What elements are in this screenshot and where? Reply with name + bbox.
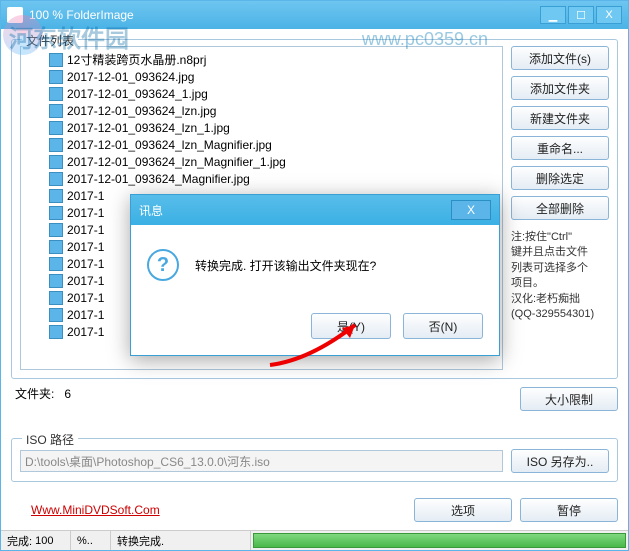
file-name: 2017-1 bbox=[67, 274, 104, 288]
file-icon bbox=[49, 172, 63, 186]
list-item[interactable]: 12寸精装跨页水晶册.n8prj bbox=[21, 51, 502, 68]
file-icon bbox=[49, 189, 63, 203]
dialog-title: 讯息 bbox=[139, 202, 163, 219]
list-item[interactable]: 2017-12-01_093624.jpg bbox=[21, 68, 502, 85]
hint-text: 注:按住"Ctrl" 键并且点击文件 列表可选择多个 项目。 汉化:老朽痴拙 (… bbox=[511, 230, 609, 322]
progress-bar bbox=[253, 533, 626, 548]
no-button[interactable]: 否(N) bbox=[403, 313, 483, 339]
iso-save-as-button[interactable]: ISO 另存为.. bbox=[511, 449, 609, 473]
file-name: 2017-1 bbox=[67, 206, 104, 220]
rename-button[interactable]: 重命名... bbox=[511, 136, 609, 160]
website-link[interactable]: Www.MiniDVDSoft.Com bbox=[11, 503, 406, 517]
maximize-button[interactable]: ☐ bbox=[568, 6, 594, 24]
iso-path-group: ISO 路径 ISO 另存为.. bbox=[11, 438, 618, 482]
add-files-button[interactable]: 添加文件(s) bbox=[511, 46, 609, 70]
titlebar[interactable]: 100 % FolderImage ▁ ☐ X bbox=[1, 1, 628, 29]
yes-button[interactable]: 是(Y) bbox=[311, 313, 391, 339]
file-icon bbox=[49, 138, 63, 152]
file-icon bbox=[49, 53, 63, 67]
file-name: 2017-12-01_093624_lzn_Magnifier_1.jpg bbox=[67, 155, 286, 169]
close-button[interactable]: X bbox=[596, 6, 622, 24]
status-done-label: 完成: 100 bbox=[1, 531, 71, 550]
file-name: 2017-12-01_093624_lzn_Magnifier.jpg bbox=[67, 138, 272, 152]
file-icon bbox=[49, 325, 63, 339]
file-name: 2017-12-01_093624_lzn.jpg bbox=[67, 104, 216, 118]
list-item[interactable]: 2017-12-01_093624_lzn_1.jpg bbox=[21, 119, 502, 136]
file-icon bbox=[49, 223, 63, 237]
file-icon bbox=[49, 206, 63, 220]
iso-group-label: ISO 路径 bbox=[22, 431, 78, 448]
list-item[interactable]: 2017-12-01_093624_lzn_Magnifier_1.jpg bbox=[21, 153, 502, 170]
file-name: 2017-1 bbox=[67, 223, 104, 237]
iso-path-input[interactable] bbox=[20, 450, 503, 472]
file-icon bbox=[49, 70, 63, 84]
list-item[interactable]: 2017-12-01_093624_lzn_Magnifier.jpg bbox=[21, 136, 502, 153]
minimize-button[interactable]: ▁ bbox=[540, 6, 566, 24]
info-icon: ? bbox=[147, 249, 179, 281]
file-name: 2017-1 bbox=[67, 291, 104, 305]
file-name: 2017-12-01_093624.jpg bbox=[67, 70, 194, 84]
message-dialog: 讯息 X ? 转换完成. 打开该输出文件夹现在? 是(Y) 否(N) bbox=[130, 194, 500, 356]
file-icon bbox=[49, 291, 63, 305]
list-item[interactable]: 2017-12-01_093624_1.jpg bbox=[21, 85, 502, 102]
list-item[interactable]: 2017-12-01_093624_Magnifier.jpg bbox=[21, 170, 502, 187]
file-icon bbox=[49, 155, 63, 169]
file-name: 2017-1 bbox=[67, 325, 104, 339]
file-name: 2017-1 bbox=[67, 240, 104, 254]
file-icon bbox=[49, 87, 63, 101]
status-bar: 完成: 100 %.. 转换完成. bbox=[1, 530, 628, 550]
file-icon bbox=[49, 121, 63, 135]
file-name: 2017-12-01_093624_lzn_1.jpg bbox=[67, 121, 230, 135]
list-item[interactable]: 2017-12-01_093624_lzn.jpg bbox=[21, 102, 502, 119]
file-name: 2017-1 bbox=[67, 308, 104, 322]
new-folder-button[interactable]: 新建文件夹 bbox=[511, 106, 609, 130]
file-icon bbox=[49, 308, 63, 322]
options-button[interactable]: 选项 bbox=[414, 498, 512, 522]
status-message: 转换完成. bbox=[111, 531, 251, 550]
file-icon bbox=[49, 257, 63, 271]
delete-all-button[interactable]: 全部删除 bbox=[511, 196, 609, 220]
add-folder-button[interactable]: 添加文件夹 bbox=[511, 76, 609, 100]
dialog-titlebar[interactable]: 讯息 X bbox=[131, 195, 499, 225]
dialog-message: 转换完成. 打开该输出文件夹现在? bbox=[195, 257, 376, 274]
watermark-logo bbox=[3, 15, 43, 55]
file-icon bbox=[49, 104, 63, 118]
file-name: 12寸精装跨页水晶册.n8prj bbox=[67, 51, 206, 68]
file-name: 2017-1 bbox=[67, 257, 104, 271]
pause-button[interactable]: 暂停 bbox=[520, 498, 618, 522]
status-unit: %.. bbox=[71, 531, 111, 550]
file-name: 2017-1 bbox=[67, 189, 104, 203]
size-limit-button[interactable]: 大小限制 bbox=[520, 387, 618, 411]
file-name: 2017-12-01_093624_Magnifier.jpg bbox=[67, 172, 250, 186]
file-icon bbox=[49, 274, 63, 288]
file-icon bbox=[49, 240, 63, 254]
file-name: 2017-12-01_093624_1.jpg bbox=[67, 87, 208, 101]
dialog-close-button[interactable]: X bbox=[451, 200, 491, 220]
window-title: 100 % FolderImage bbox=[29, 8, 134, 22]
delete-selected-button[interactable]: 删除选定 bbox=[511, 166, 609, 190]
